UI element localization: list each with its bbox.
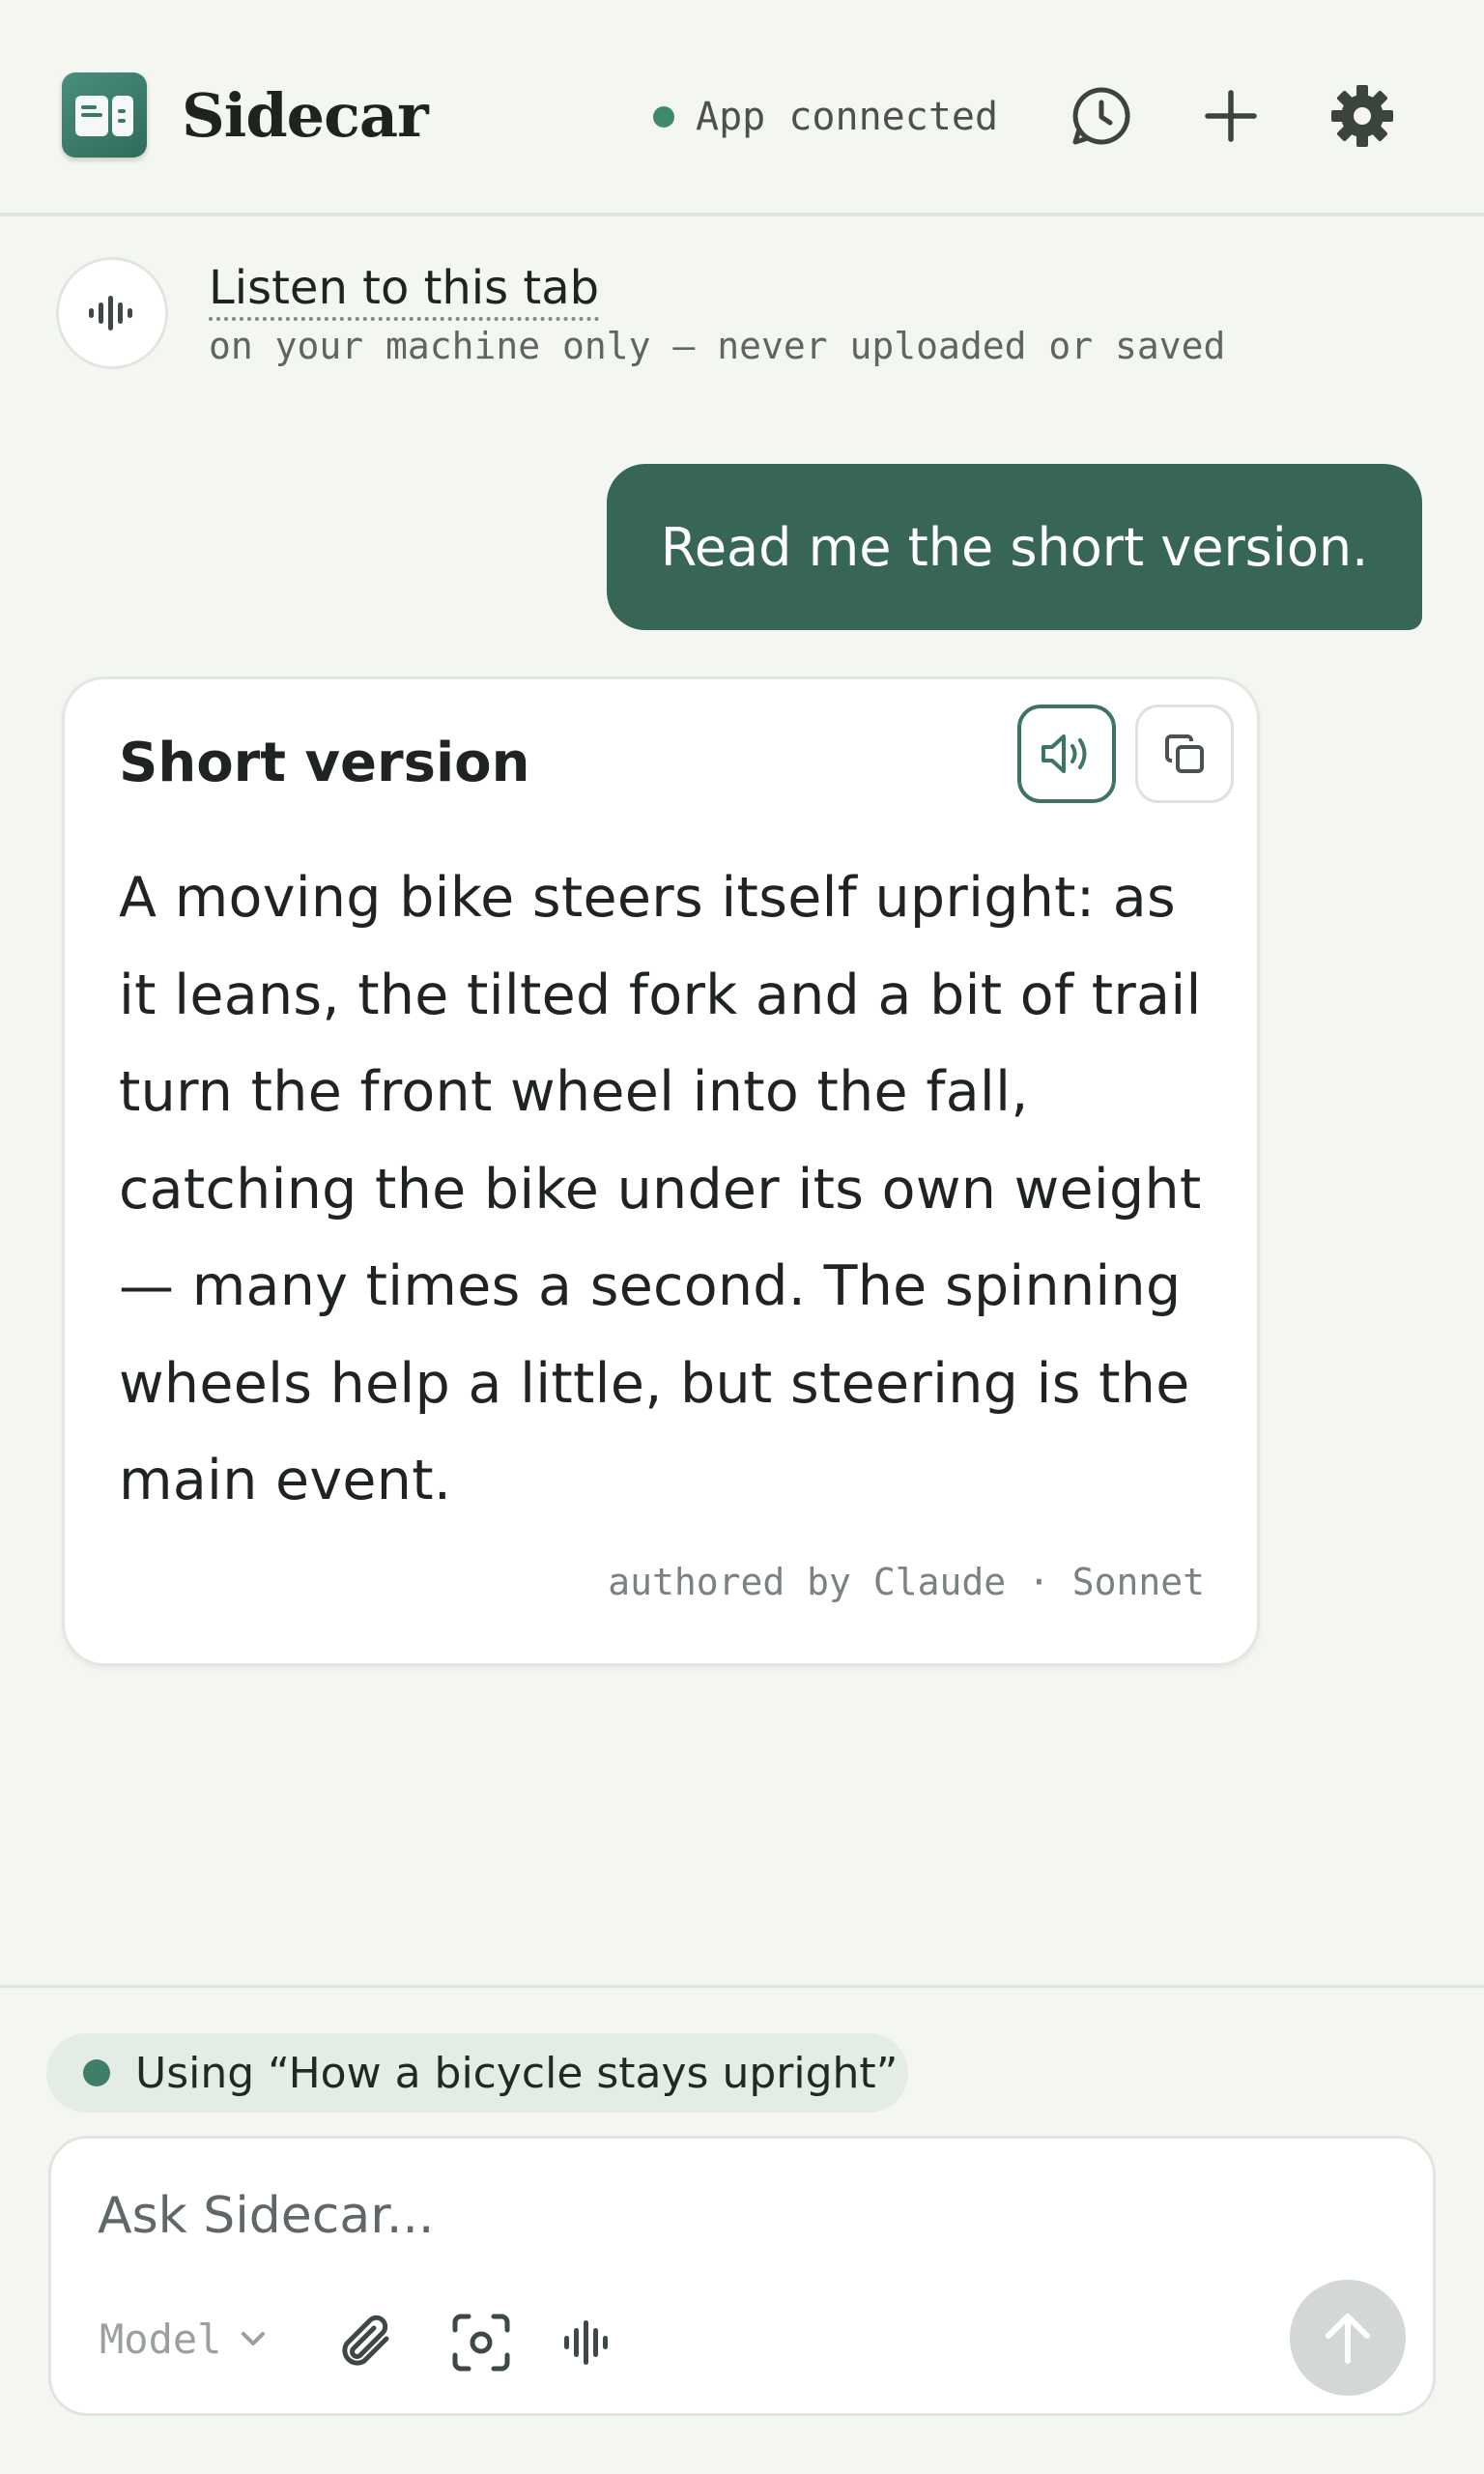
- speaker-icon: [1042, 734, 1087, 773]
- connection-status-label: App connected: [696, 95, 999, 139]
- waveform-icon: [564, 2320, 608, 2365]
- arrow-up-icon: [1326, 2314, 1370, 2364]
- listen-link[interactable]: Listen to this tab: [209, 259, 600, 321]
- send-button[interactable]: [1290, 2280, 1406, 2396]
- history-icon: [1072, 87, 1130, 145]
- model-selector[interactable]: Model: [100, 2305, 268, 2373]
- listen-button[interactable]: [56, 257, 168, 369]
- connection-status: App connected: [653, 95, 998, 139]
- context-label: Using “How a bicycle stays upright”: [135, 2048, 899, 2098]
- header: Sidecar App connected: [0, 0, 1484, 216]
- app-logo-icon: [62, 72, 147, 158]
- user-message: Read me the short version.: [607, 464, 1422, 630]
- message-input[interactable]: [98, 2177, 1257, 2255]
- gear-icon: [1331, 85, 1393, 147]
- read-aloud-button[interactable]: [1017, 705, 1116, 803]
- status-dot: [653, 106, 674, 128]
- composer: Model: [48, 2136, 1436, 2416]
- screen-capture-icon: [452, 2314, 510, 2372]
- settings-button[interactable]: [1326, 79, 1399, 153]
- composer-divider: [0, 1985, 1484, 1988]
- chevron-down-icon: [242, 2332, 266, 2345]
- voice-input-button[interactable]: [556, 2309, 623, 2376]
- model-selector-label: Model: [100, 2315, 222, 2363]
- plus-icon: [1205, 90, 1257, 142]
- response-title: Short version: [119, 732, 530, 794]
- paperclip-icon: [342, 2315, 389, 2366]
- waveform-icon: [89, 296, 132, 331]
- new-chat-button[interactable]: [1194, 79, 1268, 153]
- screenshot-button[interactable]: [447, 2309, 515, 2376]
- response-attribution: authored by Claude · Sonnet: [608, 1561, 1205, 1603]
- copy-icon: [1165, 734, 1204, 773]
- history-button[interactable]: [1065, 79, 1138, 153]
- app-title: Sidecar: [182, 80, 429, 151]
- response-card: Short version A moving bike steers itsel…: [62, 676, 1260, 1666]
- copy-button[interactable]: [1135, 705, 1234, 803]
- context-chip[interactable]: Using “How a bicycle stays upright”: [46, 2033, 908, 2113]
- context-status-dot: [83, 2059, 110, 2086]
- attach-button[interactable]: [331, 2309, 399, 2376]
- response-body: A moving bike steers itself upright: as …: [119, 866, 1202, 1512]
- listen-privacy-note: on your machine only — never uploaded or…: [209, 325, 1226, 367]
